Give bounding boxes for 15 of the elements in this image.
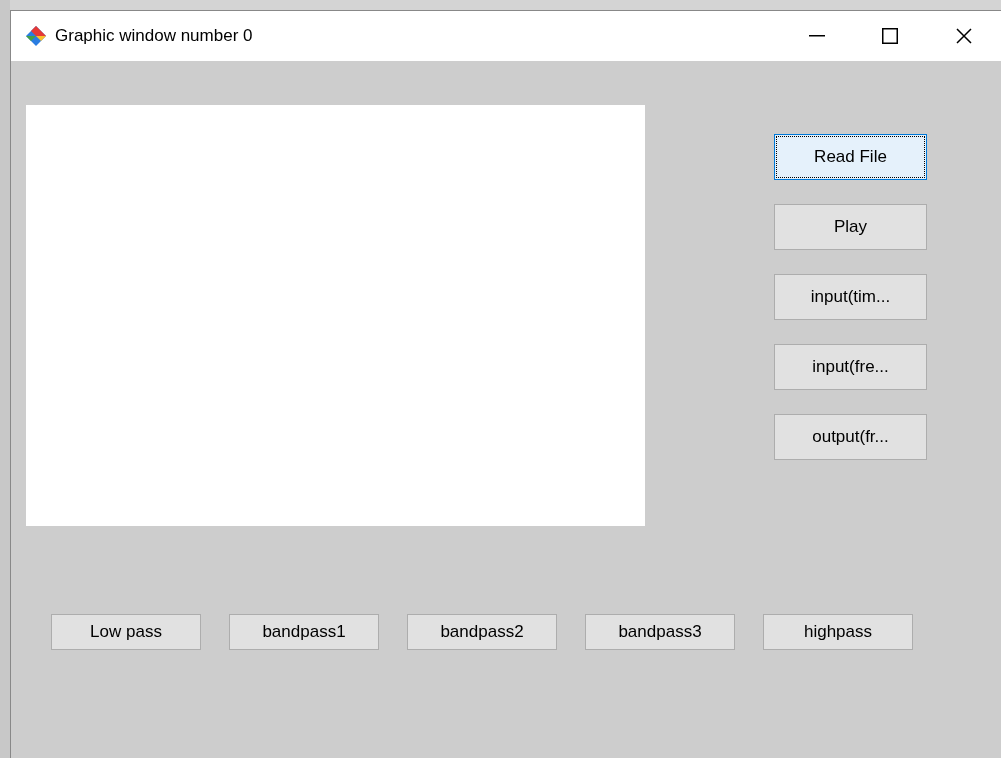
- window-title: Graphic window number 0: [55, 25, 253, 48]
- minimize-icon: [809, 35, 825, 37]
- push-button[interactable]: bandpass3: [585, 614, 735, 650]
- push-button[interactable]: Read File: [774, 134, 927, 180]
- app-icon: [25, 25, 47, 47]
- push-button[interactable]: bandpass1: [229, 614, 379, 650]
- push-button[interactable]: bandpass2: [407, 614, 557, 650]
- push-button[interactable]: input(tim...: [774, 274, 927, 320]
- push-button[interactable]: highpass: [763, 614, 913, 650]
- close-icon: [956, 28, 972, 44]
- push-button[interactable]: output(fr...: [774, 414, 927, 460]
- push-button[interactable]: Play: [774, 204, 927, 250]
- push-button[interactable]: Low pass: [51, 614, 201, 650]
- maximize-icon: [882, 28, 898, 44]
- push-button[interactable]: input(fre...: [774, 344, 927, 390]
